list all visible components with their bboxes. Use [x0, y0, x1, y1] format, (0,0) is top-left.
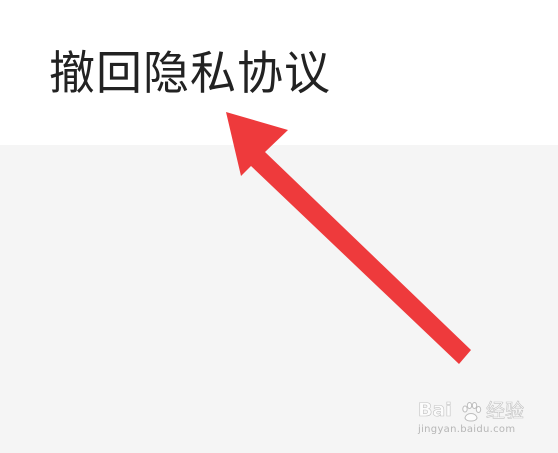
watermark-logo-text: Bai: [418, 399, 452, 422]
revoke-privacy-agreement-label: 撤回隐私协议: [49, 46, 331, 100]
baidu-jingyan-watermark: Bai 经验 jingyan.baidu.com: [418, 399, 530, 439]
watermark-suffix: 经验: [486, 400, 525, 423]
paw-icon: [462, 402, 482, 422]
revoke-privacy-agreement-item[interactable]: 撤回隐私协议: [0, 0, 558, 145]
watermark-url: jingyan.baidu.com: [418, 424, 516, 435]
